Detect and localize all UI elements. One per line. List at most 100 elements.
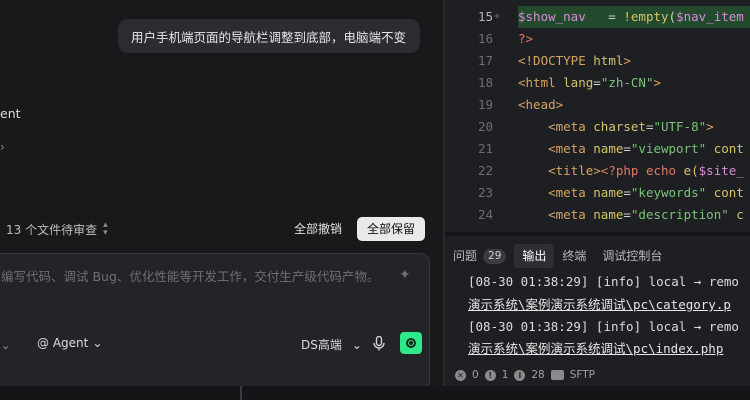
code-token: >: [706, 119, 714, 134]
code-token: cont: [706, 185, 744, 200]
warning-count[interactable]: 1: [502, 369, 509, 381]
code-token: name: [593, 207, 624, 222]
code-token: "keywords": [630, 185, 707, 200]
code-line[interactable]: 15 + $show_nav = !empty($nav_item: [445, 6, 750, 28]
composer-placeholder[interactable]: 编写代码、调试 Bug、优化性能等开发工作，交付生产级代码产物。: [1, 266, 391, 285]
code-token: <head>: [518, 97, 564, 112]
code-token: name: [593, 141, 624, 156]
code-token: $nav_item: [676, 9, 744, 24]
agent-selector[interactable]: @ Agent ⌄: [37, 336, 102, 350]
tab-debug-console-label: 调试控制台: [602, 249, 663, 263]
tab-terminal-label: 终端: [562, 249, 587, 263]
send-button[interactable]: [400, 332, 422, 354]
window-bottom-strip: [0, 386, 750, 400]
sftp-icon[interactable]: [550, 370, 564, 380]
sftp-label[interactable]: SFTP: [570, 369, 595, 381]
send-icon: [406, 338, 416, 348]
chat-panel: 用户手机端页面的导航栏调整到底部，电脑端不变 ent › 13 个文件待审查 ▴…: [0, 0, 443, 386]
code-text: <title><?php echo e($site_: [518, 160, 744, 182]
sparkle-icon[interactable]: ✦: [399, 267, 411, 283]
code-token: <meta: [548, 207, 594, 222]
code-token: =: [593, 75, 601, 90]
undo-all-button[interactable]: 全部撤销: [288, 218, 348, 240]
code-line[interactable]: 23 <meta name="keywords" cont: [445, 182, 750, 204]
code-token: <meta: [548, 119, 594, 134]
tab-debug-console[interactable]: 调试控制台: [594, 244, 670, 268]
code-line[interactable]: 19 <head>: [445, 94, 750, 116]
expand-toggle-icon[interactable]: ▴ ▾: [103, 221, 108, 238]
code-token: =: [623, 185, 631, 200]
code-text: ?>: [518, 28, 533, 50]
code-line[interactable]: 18 <html lang="zh-CN">: [445, 72, 750, 94]
code-token: $show_nav: [518, 9, 586, 24]
tab-problems[interactable]: 问题 29: [445, 244, 514, 268]
code-token: echo: [645, 163, 684, 178]
tab-output[interactable]: 输出: [514, 244, 555, 268]
info-icon[interactable]: i: [514, 369, 526, 381]
code-token: >: [653, 75, 662, 90]
code-token: lang: [563, 75, 594, 90]
model-selector[interactable]: DS高端 ⌄: [301, 336, 362, 353]
code-line[interactable]: 24 <meta name="description" c: [445, 204, 750, 226]
code-token: charset: [593, 119, 646, 134]
code-text: <meta charset="UTF-8">: [518, 116, 714, 138]
microphone-icon[interactable]: [373, 335, 385, 355]
expand-chevron-icon[interactable]: ›: [0, 140, 5, 154]
strip-divider: [240, 386, 242, 400]
code-line[interactable]: 16 ?>: [445, 28, 750, 50]
user-message-text: 用户手机端页面的导航栏调整到底部，电脑端不变: [131, 29, 407, 45]
code-token: <html: [518, 75, 564, 90]
code-token: $site_: [698, 163, 744, 178]
output-file-link[interactable]: 演示系统\案例演示系统调试\pc\category.p: [468, 294, 731, 316]
code-token: cont: [706, 141, 744, 156]
pending-files-label[interactable]: 13 个文件待审查: [6, 221, 97, 238]
code-token: name: [593, 185, 624, 200]
line-number: 18: [477, 75, 493, 90]
code-token: <title>: [548, 163, 601, 178]
error-count[interactable]: 0: [472, 369, 479, 381]
code-editor[interactable]: 15 + $show_nav = !empty($nav_item 16 ?> 17 <!D…: [445, 0, 750, 232]
agent-selector-label: @ Agent: [37, 336, 89, 350]
problems-count-badge: 29: [483, 248, 507, 264]
code-text: <meta name="description" c: [518, 204, 744, 226]
output-file-link[interactable]: 演示系统\案例演示系统调试\pc\index.php: [468, 338, 723, 360]
chat-composer[interactable]: 编写代码、调试 Bug、优化性能等开发工作，交付生产级代码产物。 ✦ ⌄ @ A…: [0, 253, 430, 386]
mode-chevron-down-icon[interactable]: ⌄: [1, 339, 10, 352]
code-token: <meta: [548, 141, 594, 156]
code-line[interactable]: 20 <meta charset="UTF-8">: [445, 116, 750, 138]
code-token: "UTF-8": [653, 119, 707, 134]
warning-icon[interactable]: !: [484, 369, 496, 381]
line-number: 16: [477, 31, 493, 46]
tab-output-label: 输出: [522, 249, 547, 263]
diff-added-marker: +: [494, 11, 501, 22]
code-token: <?php: [600, 163, 646, 178]
code-token: =: [623, 141, 631, 156]
line-number: 22: [477, 163, 493, 178]
code-token: <meta: [548, 185, 594, 200]
code-token: =: [585, 9, 624, 24]
code-text: $show_nav = !empty($nav_item: [518, 6, 744, 28]
error-icon[interactable]: ✕: [455, 369, 466, 381]
line-number: 17: [477, 53, 493, 68]
keep-all-button[interactable]: 全部保留: [357, 217, 425, 241]
agent-response-fragment: ent: [0, 106, 21, 121]
pending-review-bar: 13 个文件待审查 ▴ ▾ 全部撤销 全部保留: [0, 214, 433, 244]
code-text: <html lang="zh-CN">: [518, 72, 661, 94]
panel-tabs: 问题 29 输出 终端 调试控制台: [445, 244, 750, 268]
code-line[interactable]: 21 <meta name="viewport" cont: [445, 138, 750, 160]
line-number: 20: [477, 119, 493, 134]
code-line[interactable]: 22 <title><?php echo e($site_: [445, 160, 750, 182]
line-number: 19: [477, 97, 493, 112]
tab-terminal[interactable]: 终端: [554, 244, 594, 268]
code-text: <meta name="viewport" cont: [518, 138, 744, 160]
code-line[interactable]: 17 <!DOCTYPE html>: [445, 50, 750, 72]
model-selector-label: DS高端: [301, 338, 342, 352]
info-count[interactable]: 28: [531, 369, 544, 381]
chevron-down-icon: ⌄: [92, 336, 103, 350]
code-token: !empty: [623, 9, 669, 24]
